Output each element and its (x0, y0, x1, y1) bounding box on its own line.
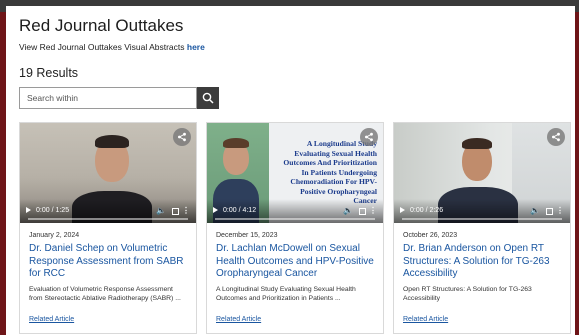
fullscreen-icon[interactable] (172, 208, 179, 215)
share-button[interactable] (173, 128, 191, 146)
more-options-icon[interactable]: ⋮ (182, 206, 190, 215)
video-player[interactable]: 0:00 / 1:25 🔈 ⋮ (20, 123, 196, 223)
volume-icon[interactable]: 🔈 (156, 206, 166, 215)
card-title-link[interactable]: Dr. Daniel Schep on Volumetric Response … (29, 243, 187, 281)
results-count: 19 Results (19, 66, 79, 80)
share-icon (551, 132, 561, 142)
video-card: 0:00 / 2:26 🔈 ⋮ October 26, 2023 Dr. Bri… (393, 122, 571, 334)
page-title: Red Journal Outtakes (19, 16, 184, 35)
card-title-link[interactable]: Dr. Lachlan McDowell on Sexual Health Ou… (216, 243, 374, 281)
search-icon (202, 92, 214, 104)
video-progress-bar[interactable] (28, 218, 188, 220)
visual-abstracts-text: View Red Journal Outtakes Visual Abstrac… (19, 42, 187, 52)
video-card: 0:00 / 1:25 🔈 ⋮ January 2, 2024 Dr. Dani… (19, 122, 197, 334)
presenter-hair (95, 135, 129, 148)
play-icon[interactable] (26, 207, 31, 213)
play-icon[interactable] (400, 207, 405, 213)
presenter-hair (462, 138, 492, 149)
page-content: Red Journal Outtakes View Red Journal Ou… (6, 6, 575, 335)
play-icon[interactable] (213, 207, 218, 213)
card-date: October 26, 2023 (403, 232, 458, 239)
video-time: 0:00 / 1:25 (36, 207, 70, 214)
video-controls: 0:00 / 1:25 🔈 ⋮ (20, 199, 196, 223)
card-date: January 2, 2024 (29, 232, 80, 239)
related-article-link[interactable]: Related Article (216, 316, 261, 323)
volume-icon[interactable]: 🔈 (343, 206, 353, 215)
card-meta: December 15, 2023 Dr. Lachlan McDowell o… (207, 223, 383, 303)
visual-abstracts-link[interactable]: here (187, 42, 205, 52)
video-player[interactable]: 0:00 / 2:26 🔈 ⋮ (394, 123, 570, 223)
video-time: 0:00 / 2:26 (410, 207, 444, 214)
card-title-link[interactable]: Dr. Brian Anderson on Open RT Structures… (403, 243, 561, 281)
more-options-icon[interactable]: ⋮ (556, 206, 564, 215)
card-meta: January 2, 2024 Dr. Daniel Schep on Volu… (20, 223, 196, 303)
presenter-hair (223, 138, 249, 148)
video-controls: 0:00 / 4:12 🔈 ⋮ (207, 199, 383, 223)
card-description: Evaluation of Volumetric Response Assess… (29, 285, 181, 302)
related-article-link[interactable]: Related Article (403, 316, 448, 323)
card-description: Open RT Structures: A Solution for TG-26… (403, 285, 532, 302)
fullscreen-icon[interactable] (546, 208, 553, 215)
video-card-list: 0:00 / 1:25 🔈 ⋮ January 2, 2024 Dr. Dani… (19, 122, 571, 334)
share-icon (364, 132, 374, 142)
fullscreen-icon[interactable] (359, 208, 366, 215)
search-button[interactable] (197, 87, 219, 109)
video-card: A Longitudinal Study Evaluating Sexual H… (206, 122, 384, 334)
card-description: A Longitudinal Study Evaluating Sexual H… (216, 285, 356, 302)
video-player[interactable]: A Longitudinal Study Evaluating Sexual H… (207, 123, 383, 223)
share-button[interactable] (547, 128, 565, 146)
video-progress-bar[interactable] (215, 218, 375, 220)
more-options-icon[interactable]: ⋮ (369, 206, 377, 215)
card-date: December 15, 2023 (216, 232, 278, 239)
video-controls: 0:00 / 2:26 🔈 ⋮ (394, 199, 570, 223)
search-bar (19, 87, 575, 109)
card-meta: October 26, 2023 Dr. Brian Anderson on O… (394, 223, 570, 303)
video-progress-bar[interactable] (402, 218, 562, 220)
related-article-link[interactable]: Related Article (29, 316, 74, 323)
search-input[interactable] (19, 87, 197, 109)
video-overlay-title: A Longitudinal Study Evaluating Sexual H… (283, 139, 377, 205)
share-button[interactable] (360, 128, 378, 146)
share-icon (177, 132, 187, 142)
volume-icon[interactable]: 🔈 (530, 206, 540, 215)
visual-abstracts-line: View Red Journal Outtakes Visual Abstrac… (19, 42, 575, 53)
video-time: 0:00 / 4:12 (223, 207, 257, 214)
